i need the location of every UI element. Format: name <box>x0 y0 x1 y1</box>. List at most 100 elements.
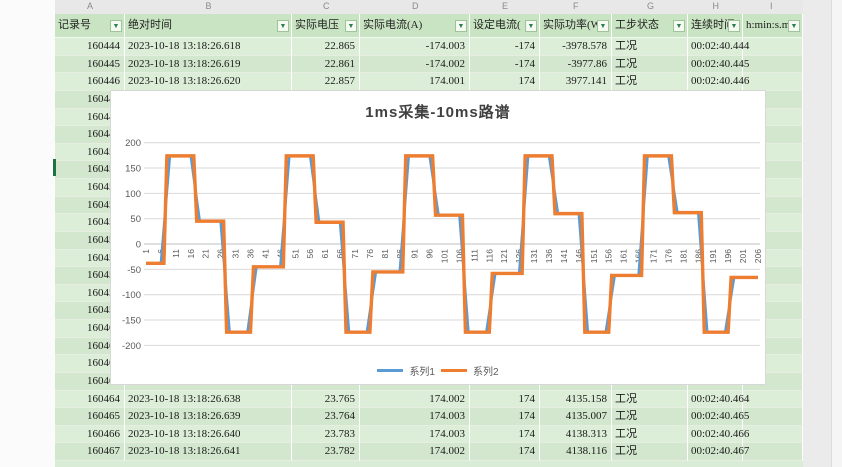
table-cell[interactable]: 174 <box>470 73 540 91</box>
x-axis-tick-label: 201 <box>738 249 748 263</box>
column-header-2[interactable]: 绝对时间▼ <box>125 14 292 38</box>
table-cell[interactable]: 174.003 <box>360 426 470 444</box>
table-cell[interactable] <box>743 426 803 444</box>
table-cell[interactable]: 00:02:40.444 <box>688 38 743 56</box>
table-cell[interactable]: 工况 <box>612 73 688 91</box>
vertical-scrollbar[interactable] <box>831 0 842 467</box>
filter-arrow-icon[interactable]: ▼ <box>673 20 685 32</box>
filter-arrow-icon[interactable]: ▼ <box>277 20 289 32</box>
table-cell[interactable]: 174.002 <box>360 443 470 461</box>
column-header-9[interactable]: h:min:s.ms▼ <box>743 14 803 38</box>
table-cell[interactable]: 2023-10-18 13:18:26.641 <box>125 443 292 461</box>
table-cell[interactable]: 工况 <box>612 56 688 74</box>
table-cell[interactable]: 2023-10-18 13:18:26.619 <box>125 56 292 74</box>
table-cell[interactable]: 160464 <box>55 391 125 409</box>
table-cell[interactable]: 174 <box>470 426 540 444</box>
table-cell[interactable]: 22.857 <box>292 73 360 91</box>
filter-arrow-icon[interactable]: ▼ <box>345 20 357 32</box>
table-cell[interactable]: 工况 <box>612 426 688 444</box>
table-cell[interactable] <box>743 408 803 426</box>
column-header-7[interactable]: 工步状态▼ <box>612 14 688 38</box>
table-cell[interactable]: 174 <box>470 443 540 461</box>
table-cell[interactable]: 4135.158 <box>540 391 612 409</box>
table-cell[interactable]: -174 <box>470 56 540 74</box>
table-cell[interactable]: -174 <box>470 38 540 56</box>
table-cell[interactable]: 2023-10-18 13:18:26.639 <box>125 408 292 426</box>
table-cell[interactable]: 2023-10-18 13:18:26.638 <box>125 391 292 409</box>
table-cell[interactable]: 23.782 <box>292 443 360 461</box>
column-letter-F[interactable]: F <box>573 1 579 11</box>
table-cell[interactable]: 174.001 <box>360 73 470 91</box>
column-letter-B[interactable]: B <box>206 1 212 11</box>
table-cell[interactable]: 工况 <box>612 38 688 56</box>
table-cell[interactable]: 160445 <box>55 56 125 74</box>
table-cell[interactable]: 4135.007 <box>540 408 612 426</box>
column-letter-C[interactable]: C <box>323 1 330 11</box>
x-axis-tick-label: 1 <box>141 249 151 254</box>
table-cell[interactable]: 22.861 <box>292 56 360 74</box>
filter-arrow-icon[interactable]: ▼ <box>455 20 467 32</box>
column-letter-E[interactable]: E <box>502 1 508 11</box>
column-letter-G[interactable]: G <box>647 1 654 11</box>
x-axis-tick-label: 171 <box>649 249 659 263</box>
table-cell[interactable]: 23.764 <box>292 408 360 426</box>
table-cell[interactable]: 23.765 <box>292 391 360 409</box>
embedded-chart[interactable]: 1ms采集-10ms路谱 200150100500-50-100-150-200… <box>110 90 766 385</box>
column-header-1[interactable]: 记录号▼ <box>55 14 125 38</box>
table-cell[interactable]: -3977.86 <box>540 56 612 74</box>
table-cell[interactable]: 160466 <box>55 426 125 444</box>
cell-value: 4138.116 <box>566 445 607 457</box>
table-cell[interactable]: 4138.313 <box>540 426 612 444</box>
table-cell[interactable]: 00:02:40.467 <box>688 443 743 461</box>
table-cell[interactable]: 2023-10-18 13:18:26.640 <box>125 426 292 444</box>
column-letter-D[interactable]: D <box>412 1 419 11</box>
table-cell[interactable]: -3978.578 <box>540 38 612 56</box>
column-header-6[interactable]: 实际功率(W▼ <box>540 14 612 38</box>
column-header-4[interactable]: 实际电流(A) ▼ <box>360 14 470 38</box>
table-cell[interactable]: 工况 <box>612 408 688 426</box>
table-cell[interactable] <box>743 391 803 409</box>
table-cell[interactable]: 00:02:40.445 <box>688 56 743 74</box>
column-header-3[interactable]: 实际电压▼ <box>292 14 360 38</box>
table-cell[interactable]: 2023-10-18 13:18:26.618 <box>125 38 292 56</box>
table-cell[interactable]: 00:02:40.465 <box>688 408 743 426</box>
table-cell[interactable]: 22.865 <box>292 38 360 56</box>
table-cell[interactable] <box>743 443 803 461</box>
table-cell[interactable]: -174.002 <box>360 56 470 74</box>
filter-arrow-icon[interactable]: ▼ <box>110 20 122 32</box>
table-cell[interactable]: 160465 <box>55 408 125 426</box>
table-cell[interactable]: 工况 <box>612 391 688 409</box>
table-cell[interactable]: 2023-10-18 13:18:26.620 <box>125 73 292 91</box>
table-cell[interactable]: 工况 <box>612 443 688 461</box>
table-cell[interactable]: 3977.141 <box>540 73 612 91</box>
column-letter-I[interactable]: I <box>770 1 773 11</box>
table-cell[interactable]: 4138.116 <box>540 443 612 461</box>
filter-arrow-icon[interactable]: ▼ <box>525 20 537 32</box>
table-cell[interactable]: 160446 <box>55 73 125 91</box>
column-header-5[interactable]: 设定电流(▼ <box>470 14 540 38</box>
table-cell[interactable]: 00:02:40.446 <box>688 73 743 91</box>
table-cell[interactable]: 174 <box>470 408 540 426</box>
table-cell[interactable]: -174.003 <box>360 38 470 56</box>
filter-arrow-icon[interactable]: ▼ <box>728 20 740 32</box>
table-cell[interactable]: 174.003 <box>360 408 470 426</box>
column-header-8[interactable]: 连续时间▼ <box>688 14 743 38</box>
spreadsheet-app: ABCDEFGHI 记录号▼绝对时间▼实际电压▼实际电流(A)▼设定电流(▼实际… <box>0 0 842 467</box>
table-cell[interactable]: 160444 <box>55 38 125 56</box>
table-cell[interactable]: 23.783 <box>292 426 360 444</box>
column-letter-A[interactable]: A <box>87 1 93 11</box>
table-cell[interactable] <box>743 38 803 56</box>
table-cell[interactable]: 160467 <box>55 443 125 461</box>
table-cell[interactable] <box>743 56 803 74</box>
table-cell[interactable]: 00:02:40.464 <box>688 391 743 409</box>
table-cell[interactable]: 00:02:40.466 <box>688 426 743 444</box>
filter-arrow-icon[interactable]: ▼ <box>597 20 609 32</box>
column-letter-H[interactable]: H <box>713 1 720 11</box>
filter-arrow-icon[interactable]: ▼ <box>788 20 800 32</box>
table-cell[interactable]: 174 <box>470 391 540 409</box>
table-cell[interactable]: 174.002 <box>360 391 470 409</box>
cell-value: 4135.007 <box>566 410 607 422</box>
cell-value: 174 <box>519 393 536 405</box>
table-cell[interactable] <box>743 73 803 91</box>
column-header-label: 实际电流(A) <box>363 19 422 31</box>
